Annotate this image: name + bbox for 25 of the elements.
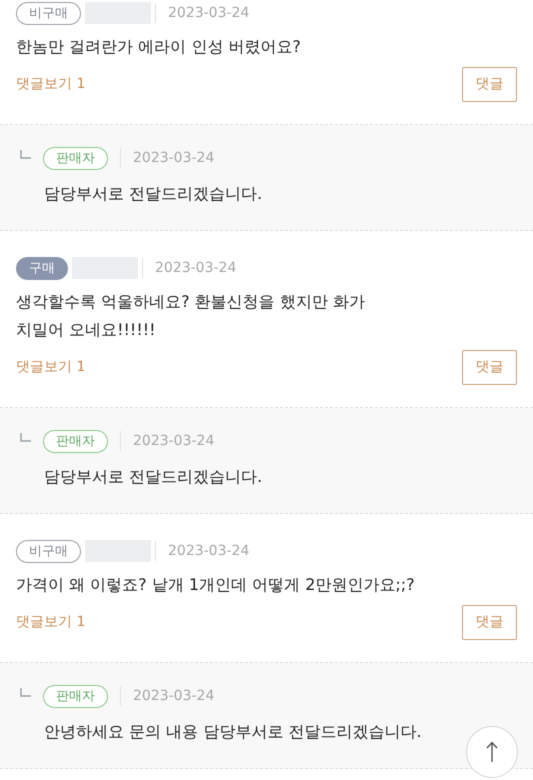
post-date: 2023-03-24	[155, 258, 236, 278]
arrow-up-icon	[486, 741, 498, 763]
user-type-badge: 비구매	[16, 2, 81, 24]
reply-button[interactable]: 댓글	[462, 67, 517, 102]
comment-text: 가격이 왜 이렇죠? 낱개 1개인데 어떻게 2만원인가요;;?	[16, 574, 416, 596]
reply-text: 담당부서로 전달드리겠습니다.	[44, 466, 262, 488]
reply-button[interactable]: 댓글	[462, 350, 517, 385]
user-type-badge: 판매자	[43, 146, 108, 170]
reply-date: 2023-03-24	[133, 148, 214, 168]
view-replies-link[interactable]: 댓글보기 1	[16, 74, 86, 95]
view-replies-link[interactable]: 댓글보기 1	[16, 612, 86, 633]
reply-date: 2023-03-24	[133, 686, 214, 706]
reply-text: 안녕하세요 문의 내용 담당부서로 전달드리겠습니다.	[44, 721, 422, 743]
comment-text: 한놈만 걸려란가 에라이 인성 버렸어요?	[16, 36, 302, 58]
post-date: 2023-03-24	[168, 542, 250, 560]
user-type-badge: 비구매	[16, 540, 81, 562]
user-type-badge: 구매	[16, 256, 68, 280]
reply-date: 2023-03-24	[133, 432, 214, 450]
user-type-badge: 판매자	[43, 430, 108, 452]
post-date: 2023-03-24	[168, 4, 250, 22]
user-type-badge: 판매자	[43, 684, 108, 708]
reply-button[interactable]: 댓글	[462, 605, 517, 640]
reply-text: 담당부서로 전달드리겠습니다.	[44, 183, 262, 205]
view-replies-link[interactable]: 댓글보기 1	[16, 357, 86, 378]
comment-text: 생각할수록 억울하네요? 환불신청을 했지만 화가 치밀어 오네요!!!!!!	[16, 291, 366, 341]
